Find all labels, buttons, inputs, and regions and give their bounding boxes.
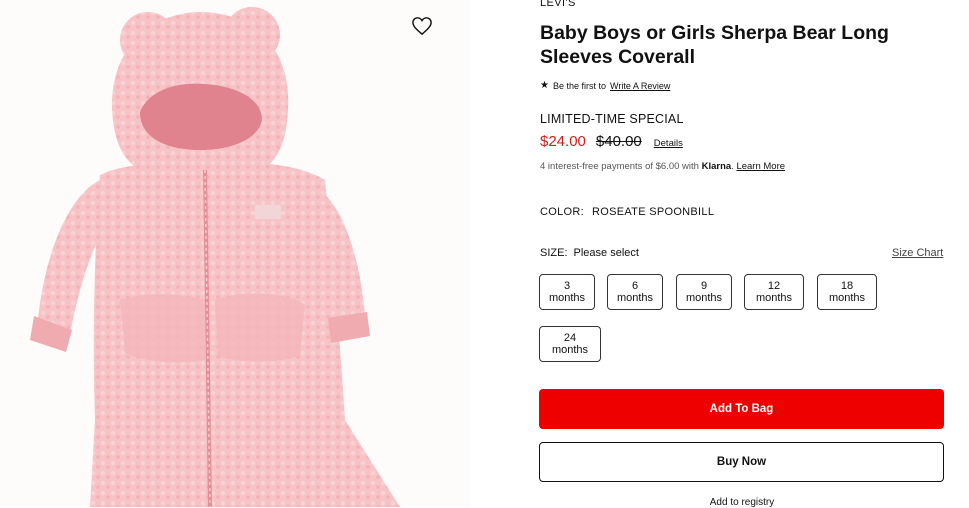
heart-outline-icon — [412, 17, 432, 36]
star-icon: ★ — [540, 80, 549, 91]
details-link[interactable]: Details — [654, 138, 683, 149]
size-chart-link[interactable]: Size Chart — [892, 247, 943, 259]
product-title: Baby Boys or Girls Sherpa Bear Long Slee… — [540, 22, 889, 68]
color-label: COLOR: — [540, 206, 584, 218]
klarna-message: 4 interest-free payments of $6.00 with K… — [540, 161, 786, 172]
favorite-button[interactable] — [411, 16, 435, 40]
color-value: ROSEATE SPOONBILL — [591, 206, 715, 218]
product-image[interactable] — [0, 0, 470, 507]
add-to-bag-button[interactable]: Add To Bag — [539, 389, 944, 429]
size-option-18-months[interactable]: 18 months — [817, 274, 877, 310]
write-review-link[interactable]: Write A Review — [610, 81, 670, 91]
klarna-learn-more-link[interactable]: Learn More — [736, 161, 785, 172]
brand-name[interactable]: LEVI'S — [540, 0, 576, 9]
coverall-illustration — [30, 7, 400, 507]
size-label: SIZE: — [540, 247, 568, 259]
promo-label: LIMITED-TIME SPECIAL — [540, 112, 684, 126]
size-option-3-months[interactable]: 3 months — [539, 274, 595, 310]
size-option-6-months[interactable]: 6 months — [607, 274, 663, 310]
size-option-24-months[interactable]: 24 months — [539, 326, 601, 362]
size-option-9-months[interactable]: 9 months — [676, 274, 732, 310]
price-row: $24.00 $40.00 Details — [540, 133, 683, 150]
review-prefix: Be the first to — [552, 80, 606, 91]
color-row: COLOR: ROSEATE SPOONBILL — [540, 206, 714, 218]
review-row: ★ Be the first to Write A Review — [540, 80, 670, 91]
add-to-registry-link[interactable]: Add to registry — [540, 497, 944, 508]
sale-price: $24.00 — [540, 133, 586, 150]
size-value: Please select — [573, 247, 639, 259]
size-row: SIZE: Please select — [540, 247, 639, 259]
klarna-text: 4 interest-free payments of $6.00 with — [540, 161, 699, 172]
size-option-12-months[interactable]: 12 months — [744, 274, 804, 310]
original-price: $40.00 — [595, 133, 642, 150]
buy-now-button[interactable]: Buy Now — [539, 442, 944, 482]
klarna-brand: Klarna — [701, 161, 732, 172]
